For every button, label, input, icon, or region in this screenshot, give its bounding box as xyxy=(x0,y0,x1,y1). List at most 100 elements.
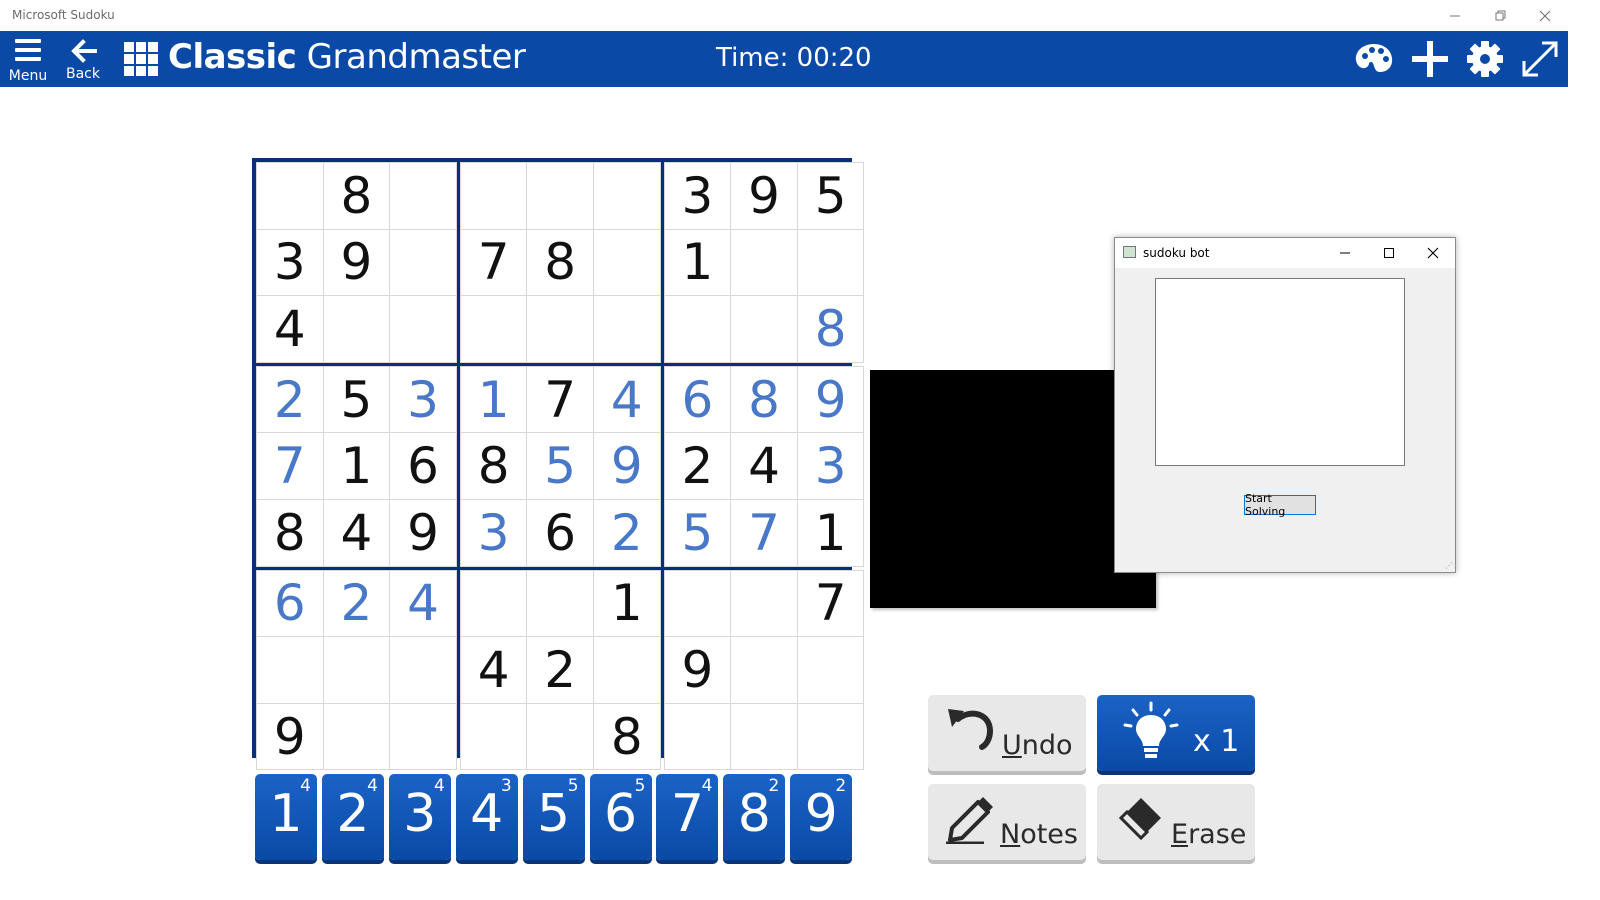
erase-button[interactable]: Erase xyxy=(1097,784,1255,860)
sudoku-cell[interactable]: 4 xyxy=(460,637,527,703)
sudoku-cell[interactable] xyxy=(797,637,864,703)
sudoku-cell[interactable] xyxy=(594,637,660,703)
hint-button[interactable]: x 1 xyxy=(1097,695,1255,771)
sudoku-cell[interactable]: 7 xyxy=(527,366,593,433)
start-solving-button[interactable]: Start Solving xyxy=(1244,492,1316,518)
sudoku-cell[interactable]: 4 xyxy=(731,433,797,499)
sudoku-cell[interactable] xyxy=(731,229,797,296)
sudoku-cell[interactable]: 7 xyxy=(460,229,527,296)
sudoku-cell[interactable] xyxy=(460,163,527,229)
sudoku-cell[interactable] xyxy=(460,296,527,362)
sudoku-cell[interactable]: 9 xyxy=(731,163,797,229)
minimize-button[interactable] xyxy=(1432,0,1478,31)
sudoku-cell[interactable]: 9 xyxy=(797,366,864,433)
sudoku-cell[interactable]: 3 xyxy=(460,500,527,566)
sudoku-cell[interactable]: 6 xyxy=(257,570,323,637)
sudoku-cell[interactable] xyxy=(323,637,390,703)
sudoku-cell[interactable]: 1 xyxy=(594,570,660,637)
sudoku-cell[interactable] xyxy=(257,637,323,703)
settings-button[interactable] xyxy=(1463,37,1507,81)
sudoku-cell[interactable] xyxy=(664,703,731,770)
sudoku-cell[interactable]: 5 xyxy=(323,366,390,433)
sudoku-cell[interactable] xyxy=(731,637,797,703)
sudoku-cell[interactable] xyxy=(594,229,660,296)
sudoku-cell[interactable]: 9 xyxy=(257,703,323,770)
sudoku-cell[interactable]: 9 xyxy=(323,229,390,296)
sudoku-cell[interactable]: 7 xyxy=(731,500,797,566)
sudoku-cell[interactable]: 2 xyxy=(323,570,390,637)
sudoku-cell[interactable]: 8 xyxy=(527,229,593,296)
sudoku-cell[interactable] xyxy=(390,296,456,362)
number-key-1[interactable]: 14 xyxy=(255,774,317,860)
sudoku-cell[interactable]: 4 xyxy=(390,570,456,637)
sudoku-cell[interactable] xyxy=(323,703,390,770)
sudoku-cell[interactable]: 8 xyxy=(460,433,527,499)
number-key-2[interactable]: 24 xyxy=(321,774,384,860)
sudoku-cell[interactable]: 8 xyxy=(594,703,660,770)
sudoku-cell[interactable]: 5 xyxy=(527,433,593,499)
notes-button[interactable]: Notes xyxy=(928,784,1086,860)
sudoku-cell[interactable]: 1 xyxy=(323,433,390,499)
sudoku-cell[interactable]: 6 xyxy=(527,500,593,566)
number-key-6[interactable]: 65 xyxy=(589,774,652,860)
theme-button[interactable] xyxy=(1352,37,1396,81)
sudoku-cell[interactable] xyxy=(460,703,527,770)
sudoku-cell[interactable]: 8 xyxy=(257,500,323,566)
bot-close-button[interactable] xyxy=(1411,238,1455,268)
sudoku-cell[interactable]: 8 xyxy=(731,366,797,433)
sudoku-cell[interactable]: 6 xyxy=(390,433,456,499)
resize-grip-icon[interactable]: ⋰ xyxy=(1445,562,1453,570)
sudoku-cell[interactable] xyxy=(390,637,456,703)
fullscreen-button[interactable] xyxy=(1518,37,1562,81)
sudoku-cell[interactable]: 9 xyxy=(664,637,731,703)
sudoku-cell[interactable]: 1 xyxy=(460,366,527,433)
sudoku-cell[interactable] xyxy=(460,570,527,637)
sudoku-cell[interactable]: 4 xyxy=(323,500,390,566)
sudoku-cell[interactable] xyxy=(257,163,323,229)
restore-button[interactable] xyxy=(1478,0,1524,31)
sudoku-cell[interactable]: 1 xyxy=(797,500,864,566)
sudoku-cell[interactable]: 1 xyxy=(664,229,731,296)
new-game-button[interactable] xyxy=(1408,37,1452,81)
sudoku-cell[interactable] xyxy=(527,296,593,362)
sudoku-cell[interactable]: 3 xyxy=(257,229,323,296)
sudoku-cell[interactable]: 4 xyxy=(594,366,660,433)
sudoku-cell[interactable] xyxy=(323,296,390,362)
sudoku-cell[interactable] xyxy=(527,163,593,229)
sudoku-cell[interactable] xyxy=(731,570,797,637)
sudoku-cell[interactable] xyxy=(731,296,797,362)
sudoku-cell[interactable] xyxy=(527,703,593,770)
bot-maximize-button[interactable] xyxy=(1367,238,1411,268)
sudoku-cell[interactable] xyxy=(664,296,731,362)
sudoku-cell[interactable]: 5 xyxy=(664,500,731,566)
sudoku-cell[interactable]: 4 xyxy=(257,296,323,362)
sudoku-cell[interactable] xyxy=(594,296,660,362)
sudoku-cell[interactable] xyxy=(390,703,456,770)
number-key-7[interactable]: 74 xyxy=(656,774,719,860)
sudoku-cell[interactable]: 7 xyxy=(797,570,864,637)
back-button[interactable]: Back xyxy=(55,31,111,87)
number-key-3[interactable]: 34 xyxy=(388,774,451,860)
sudoku-cell[interactable] xyxy=(731,703,797,770)
sudoku-cell[interactable]: 9 xyxy=(390,500,456,566)
sudoku-cell[interactable]: 3 xyxy=(797,433,864,499)
sudoku-cell[interactable]: 7 xyxy=(257,433,323,499)
sudoku-cell[interactable]: 9 xyxy=(594,433,660,499)
menu-button[interactable]: Menu xyxy=(0,31,56,87)
number-key-9[interactable]: 92 xyxy=(790,774,853,860)
sudoku-cell[interactable] xyxy=(527,570,593,637)
sudoku-cell[interactable]: 3 xyxy=(390,366,456,433)
sudoku-cell[interactable] xyxy=(664,570,731,637)
sudoku-cell[interactable]: 2 xyxy=(664,433,731,499)
sudoku-cell[interactable] xyxy=(594,163,660,229)
sudoku-cell[interactable] xyxy=(797,703,864,770)
sudoku-cell[interactable]: 6 xyxy=(664,366,731,433)
sudoku-cell[interactable]: 2 xyxy=(594,500,660,566)
bot-minimize-button[interactable] xyxy=(1323,238,1367,268)
sudoku-cell[interactable] xyxy=(797,229,864,296)
sudoku-cell[interactable] xyxy=(390,229,456,296)
close-button[interactable] xyxy=(1522,0,1568,31)
sudoku-cell[interactable] xyxy=(390,163,456,229)
sudoku-cell[interactable]: 2 xyxy=(257,366,323,433)
sudoku-cell[interactable]: 5 xyxy=(797,163,864,229)
